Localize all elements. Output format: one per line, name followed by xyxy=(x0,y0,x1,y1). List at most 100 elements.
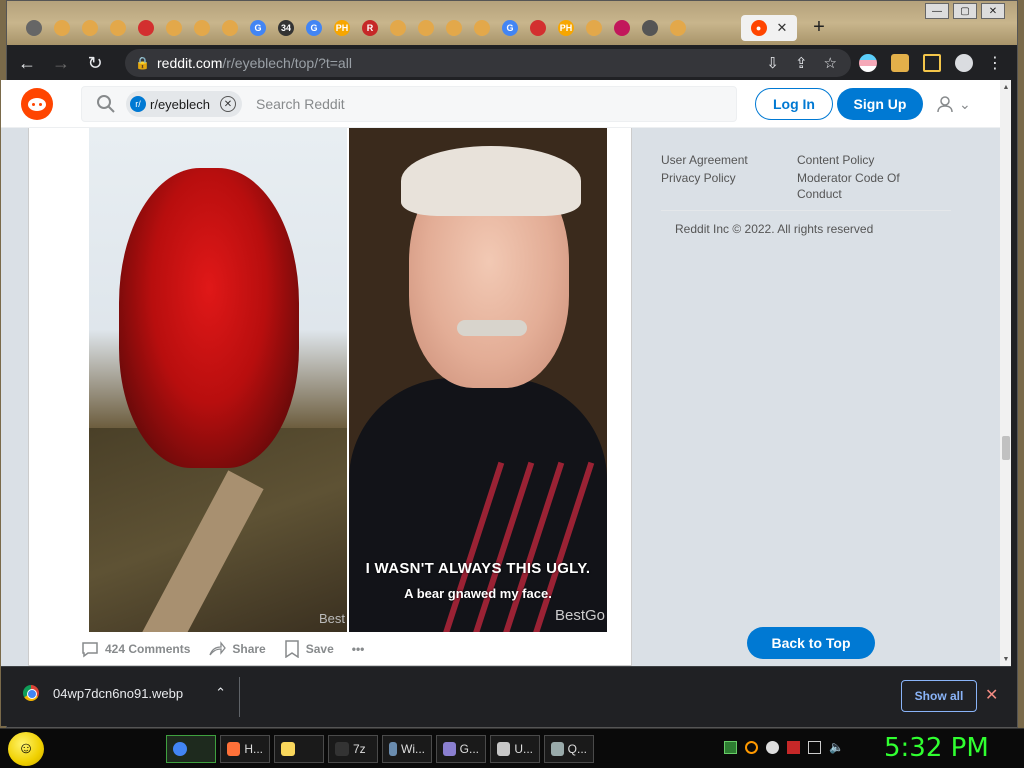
install-icon[interactable]: ⇩ xyxy=(766,54,779,72)
post-card[interactable]: Best I WASN'T ALWAYS THIS UGLY. A bear g… xyxy=(28,128,632,666)
subreddit-filter-chip[interactable]: r/ r/eyeblech ✕ xyxy=(126,91,242,117)
profile-avatar-icon[interactable] xyxy=(955,54,973,72)
page-icon xyxy=(26,20,42,36)
address-bar[interactable]: 🔒 reddit.com /r/eyeblech/top/?t=all ⇩ ⇪ … xyxy=(125,49,851,77)
close-window-button[interactable]: ✕ xyxy=(981,3,1005,19)
taskbar-item-5[interactable]: G... xyxy=(436,735,486,763)
link-user-agreement[interactable]: User Agreement xyxy=(661,152,797,168)
start-button-icon[interactable]: ☺ xyxy=(8,732,44,766)
minimize-button[interactable]: — xyxy=(925,3,949,19)
menu-kebab-icon[interactable]: ⋮ xyxy=(987,53,1003,73)
user-menu[interactable]: ⌄ xyxy=(935,94,971,114)
back-arrow-icon[interactable]: ← xyxy=(13,49,41,77)
tab-13[interactable] xyxy=(385,15,411,41)
link-icon xyxy=(614,20,630,36)
share-button[interactable]: Share xyxy=(208,640,266,658)
tab-1[interactable] xyxy=(49,15,75,41)
taskbar-item-6[interactable]: U... xyxy=(490,735,540,763)
reddit-icon xyxy=(166,20,182,36)
taskbar-item-4[interactable]: Wi... xyxy=(382,735,432,763)
new-tab-button[interactable]: + xyxy=(807,15,831,39)
taskbar-item-label: H... xyxy=(244,742,263,756)
app-icon xyxy=(551,742,564,756)
link-privacy-policy[interactable]: Privacy Policy xyxy=(661,170,797,202)
taskbar-item-0[interactable] xyxy=(166,735,216,763)
chrome-icon xyxy=(173,742,187,756)
tab-11[interactable]: PH xyxy=(329,15,355,41)
search-input[interactable]: Search Reddit xyxy=(256,96,345,112)
scroll-down-icon[interactable]: ▼ xyxy=(1001,654,1011,664)
tray-search-icon[interactable] xyxy=(745,741,758,754)
reddit-icon xyxy=(222,20,238,36)
chrome-icon xyxy=(642,20,658,36)
tab-15[interactable] xyxy=(441,15,467,41)
tab-9[interactable]: 34 xyxy=(273,15,299,41)
clear-chip-icon[interactable]: ✕ xyxy=(219,96,236,112)
taskbar-item-1[interactable]: H... xyxy=(220,735,270,763)
tab-3[interactable] xyxy=(105,15,131,41)
system-tray: 🔈 xyxy=(724,741,844,754)
reload-icon[interactable]: ↻ xyxy=(81,49,109,77)
download-item[interactable]: 04wp7dcn6no91.webp ⌃ xyxy=(23,685,226,701)
tab-4[interactable] xyxy=(133,15,159,41)
tab-20[interactable] xyxy=(581,15,607,41)
chevron-up-icon[interactable]: ⌃ xyxy=(215,685,226,701)
tab-close-icon[interactable]: ✕ xyxy=(777,20,788,36)
tab-18[interactable] xyxy=(525,15,551,41)
login-button[interactable]: Log In xyxy=(755,88,833,120)
share-label: Share xyxy=(232,642,266,656)
scroll-up-icon[interactable]: ▲ xyxy=(1001,82,1011,92)
chrome-icon xyxy=(23,685,39,701)
volume-icon[interactable]: 🔈 xyxy=(829,741,844,754)
extension-flag-icon[interactable] xyxy=(859,54,877,72)
reddit-logo-icon[interactable] xyxy=(21,88,53,120)
comments-button[interactable]: 424 Comments xyxy=(81,640,190,658)
bookmark-star-icon[interactable]: ☆ xyxy=(824,54,837,72)
tab-22[interactable] xyxy=(637,15,663,41)
maximize-button[interactable]: ▢ xyxy=(953,3,977,19)
link-content-policy[interactable]: Content Policy xyxy=(797,152,937,168)
taskbar-item-2[interactable] xyxy=(274,735,324,763)
tab-8[interactable]: G xyxy=(245,15,271,41)
side-panel-icon[interactable] xyxy=(923,54,941,72)
close-download-bar-icon[interactable]: ✕ xyxy=(985,685,998,705)
back-to-top-button[interactable]: Back to Top xyxy=(747,627,875,659)
tab-12[interactable]: R xyxy=(357,15,383,41)
page-scrollbar[interactable]: ▲ ▼ xyxy=(1000,80,1011,666)
taskbar-item-7[interactable]: Q... xyxy=(544,735,594,763)
reddit-icon xyxy=(390,20,406,36)
network-icon[interactable] xyxy=(808,741,821,754)
link-moderator-code[interactable]: Moderator Code Of Conduct xyxy=(797,170,937,202)
post-image[interactable]: Best I WASN'T ALWAYS THIS UGLY. A bear g… xyxy=(89,128,609,632)
extensions-puzzle-icon[interactable] xyxy=(891,54,909,72)
tray-flag-icon[interactable] xyxy=(787,741,800,754)
tab-10[interactable]: G xyxy=(301,15,327,41)
tab-17[interactable]: G xyxy=(497,15,523,41)
more-options-icon[interactable]: ••• xyxy=(352,642,365,656)
tray-status-icon[interactable] xyxy=(766,741,779,754)
forward-arrow-icon[interactable]: → xyxy=(47,49,75,77)
tab-23[interactable] xyxy=(665,15,691,41)
show-all-button[interactable]: Show all xyxy=(901,680,977,712)
url-path: /r/eyeblech/top/?t=all xyxy=(222,55,352,71)
tray-app-icon[interactable] xyxy=(724,741,737,754)
tab-7[interactable] xyxy=(217,15,243,41)
tab-5[interactable] xyxy=(161,15,187,41)
reddit-icon xyxy=(446,20,462,36)
save-button[interactable]: Save xyxy=(284,640,334,658)
tab-14[interactable] xyxy=(413,15,439,41)
download-filename: 04wp7dcn6no91.webp xyxy=(53,685,184,701)
tab-active-reddit[interactable]: ● ✕ xyxy=(741,15,797,41)
scroll-thumb[interactable] xyxy=(1002,436,1010,460)
tab-16[interactable] xyxy=(469,15,495,41)
tab-21[interactable] xyxy=(609,15,635,41)
tab-2[interactable] xyxy=(77,15,103,41)
taskbar-item-3[interactable]: 7z xyxy=(328,735,378,763)
share-icon[interactable]: ⇪ xyxy=(795,54,808,72)
subreddit-icon: r/ xyxy=(130,96,146,112)
tab-19[interactable]: PH xyxy=(553,15,579,41)
tab-0[interactable] xyxy=(21,15,47,41)
signup-button[interactable]: Sign Up xyxy=(837,88,923,120)
tab-6[interactable] xyxy=(189,15,215,41)
search-bar[interactable]: r/ r/eyeblech ✕ Search Reddit xyxy=(81,86,737,122)
